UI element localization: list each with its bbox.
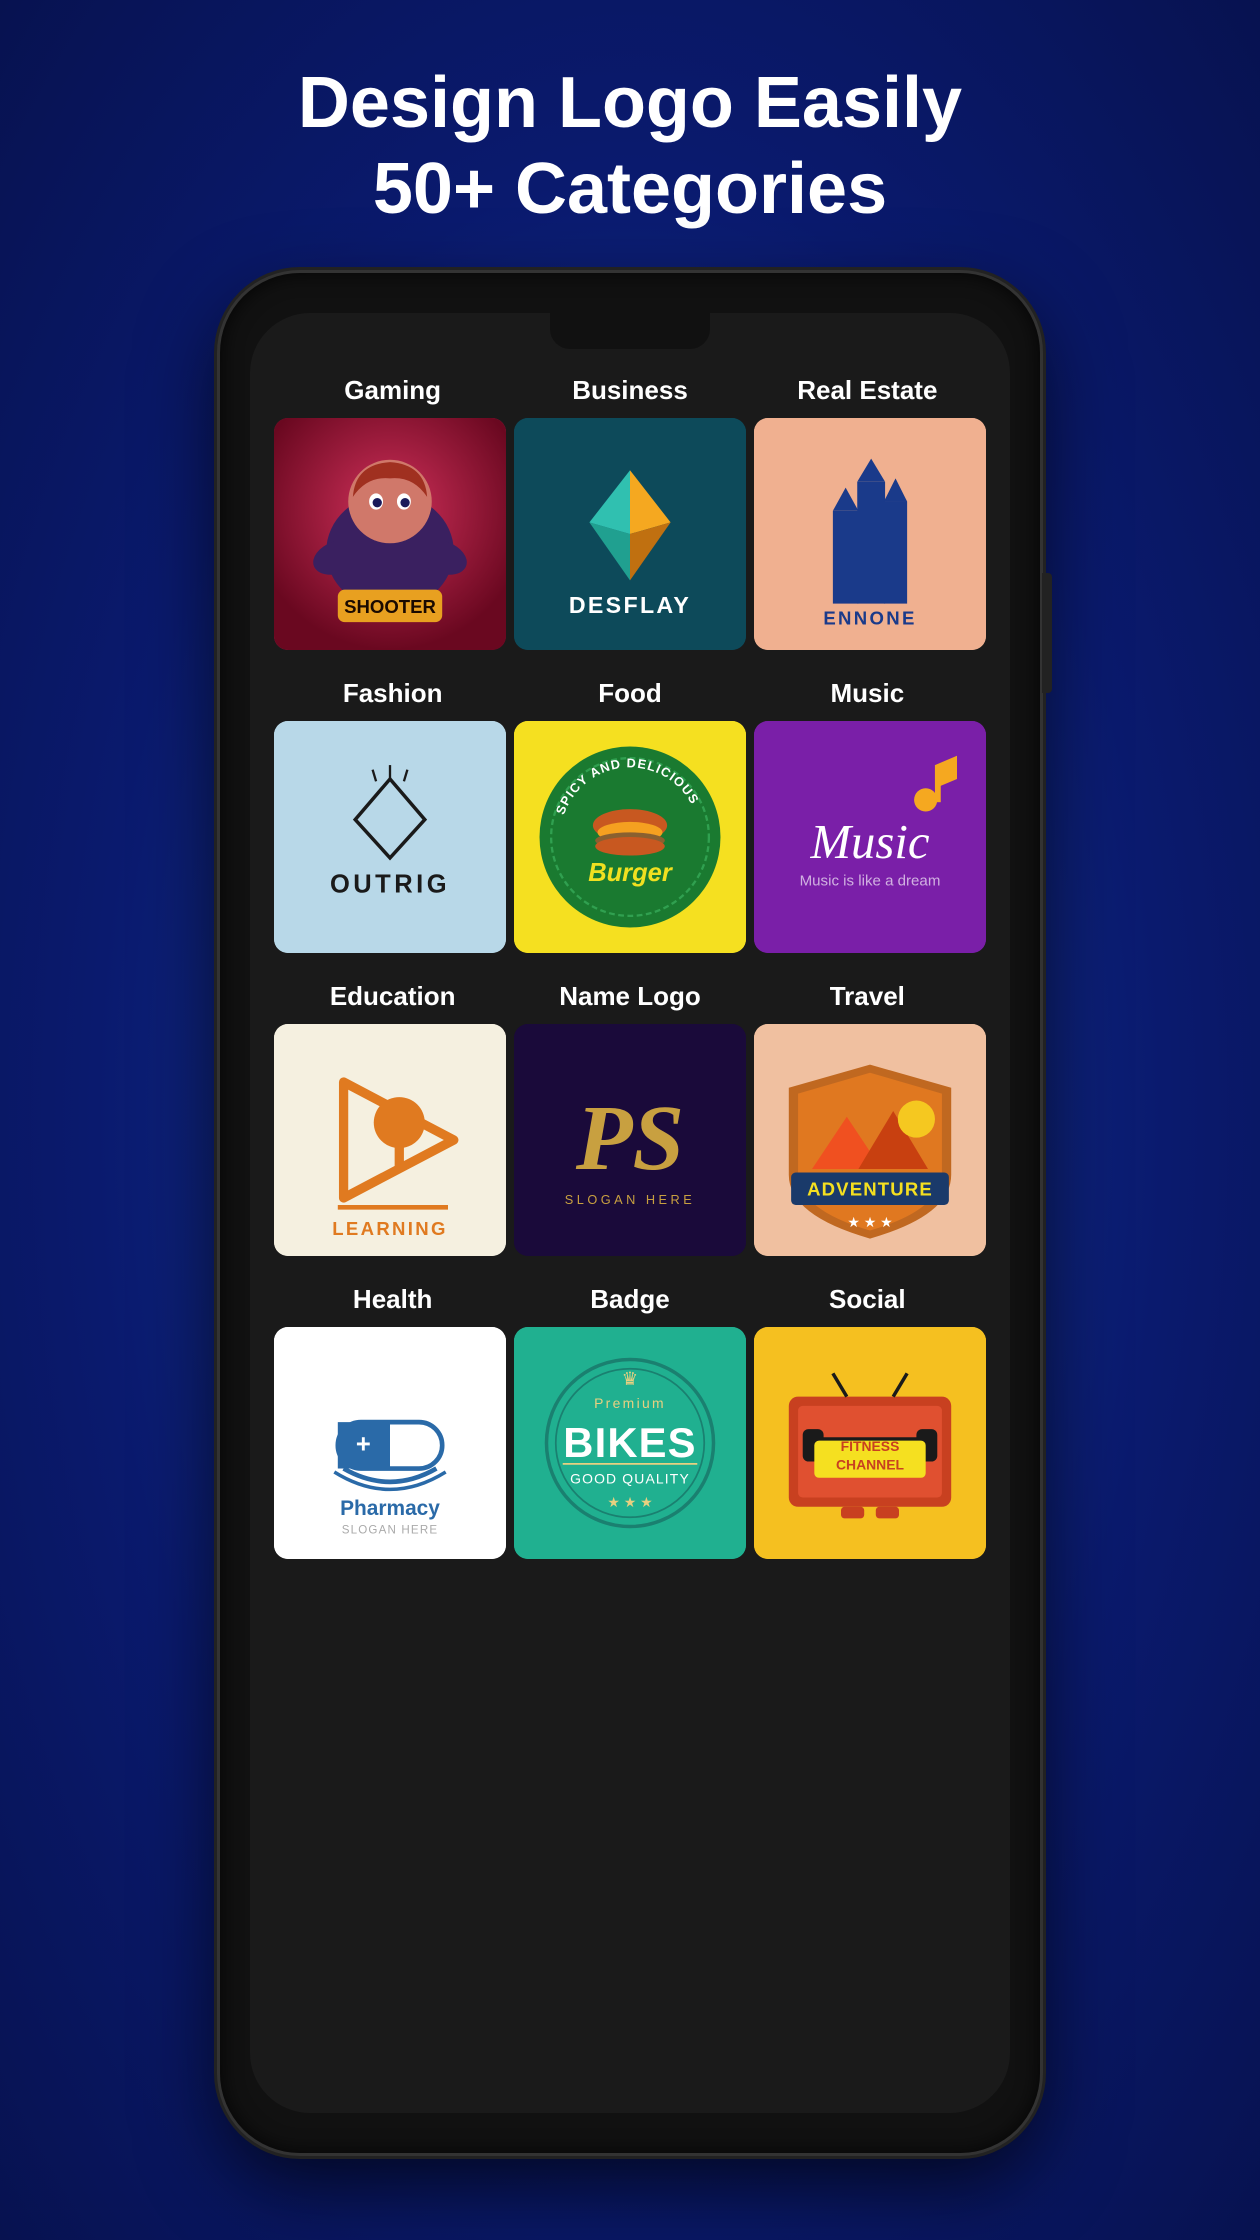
label-business: Business [511, 363, 748, 414]
tile-education[interactable]: LEARNING [274, 1024, 506, 1256]
svg-text:+: + [356, 1430, 371, 1458]
svg-text:PS: PS [575, 1087, 684, 1190]
tile-namelogo[interactable]: PS SLOGAN HERE [514, 1024, 746, 1256]
tile-badge[interactable]: ♛ Premium BIKES GOOD QUALITY ★ ★ ★ [514, 1327, 746, 1559]
label-badge: Badge [511, 1272, 748, 1323]
label-gaming: Gaming [274, 363, 511, 414]
svg-text:Music is like a dream: Music is like a dream [800, 873, 941, 890]
logo-grid-row-4: + Pharmacy SLOGAN HERE [274, 1327, 986, 1559]
tile-gaming[interactable]: SHOOTER [274, 418, 506, 650]
svg-text:SLOGAN HERE: SLOGAN HERE [342, 1523, 439, 1536]
tile-social[interactable]: FITNESS CHANNEL [754, 1327, 986, 1559]
phone-mockup: Gaming Business Real Estate [220, 273, 1040, 2153]
svg-text:ENNONE: ENNONE [823, 607, 916, 628]
tile-travel[interactable]: ADVENTURE ★ ★ ★ [754, 1024, 986, 1256]
label-health: Health [274, 1272, 511, 1323]
svg-text:Music: Music [809, 815, 929, 869]
label-social: Social [749, 1272, 986, 1323]
svg-text:ADVENTURE: ADVENTURE [807, 1178, 933, 1199]
svg-text:GOOD QUALITY: GOOD QUALITY [570, 1470, 690, 1486]
tile-health[interactable]: + Pharmacy SLOGAN HERE [274, 1327, 506, 1559]
svg-text:CHANNEL: CHANNEL [836, 1456, 904, 1472]
category-labels-row-1: Gaming Business Real Estate [274, 363, 986, 414]
tile-business[interactable]: DESFLAY [514, 418, 746, 650]
tile-music[interactable]: Music Music is like a dream [754, 721, 986, 953]
svg-text:FITNESS: FITNESS [841, 1438, 900, 1454]
svg-text:★ ★ ★: ★ ★ ★ [607, 1494, 652, 1510]
svg-text:♛: ♛ [622, 1368, 639, 1389]
logo-grid-row-3: LEARNING PS SLOGAN HERE [274, 1024, 986, 1256]
tile-realestate[interactable]: ENNONE [754, 418, 986, 650]
category-labels-row-2: Fashion Food Music [274, 666, 986, 717]
screen-content: Gaming Business Real Estate [250, 313, 1010, 2113]
header-title: Design Logo Easily 50+ Categories [298, 60, 962, 233]
category-labels-row-3: Education Name Logo Travel [274, 969, 986, 1020]
phone-frame: Gaming Business Real Estate [220, 273, 1040, 2153]
label-fashion: Fashion [274, 666, 511, 717]
logo-grid-row-1: SHOOTER [274, 418, 986, 650]
svg-text:OUTRIG: OUTRIG [330, 870, 450, 898]
page-header: Design Logo Easily 50+ Categories [298, 0, 962, 273]
label-music: Music [749, 666, 986, 717]
phone-screen: Gaming Business Real Estate [250, 313, 1010, 2113]
logo-grid-row-2: OUTRIG SPICY AND DEL [274, 721, 986, 953]
svg-text:Pharmacy: Pharmacy [340, 1497, 440, 1520]
label-namelogo: Name Logo [511, 969, 748, 1020]
svg-text:SHOOTER: SHOOTER [344, 596, 436, 617]
label-realestate: Real Estate [749, 363, 986, 414]
label-travel: Travel [749, 969, 986, 1020]
phone-notch [550, 313, 710, 349]
svg-text:★ ★ ★: ★ ★ ★ [847, 1214, 892, 1230]
svg-text:LEARNING: LEARNING [332, 1218, 447, 1239]
svg-text:BIKES: BIKES [563, 1419, 696, 1466]
tile-food[interactable]: SPICY AND DELICIOUS Burger [514, 721, 746, 953]
svg-text:Burger: Burger [588, 859, 674, 887]
tile-fashion[interactable]: OUTRIG [274, 721, 506, 953]
label-education: Education [274, 969, 511, 1020]
category-labels-row-4: Health Badge Social [274, 1272, 986, 1323]
svg-text:Premium: Premium [594, 1395, 666, 1411]
label-food: Food [511, 666, 748, 717]
svg-text:DESFLAY: DESFLAY [569, 592, 691, 618]
svg-text:SLOGAN HERE: SLOGAN HERE [565, 1192, 695, 1207]
